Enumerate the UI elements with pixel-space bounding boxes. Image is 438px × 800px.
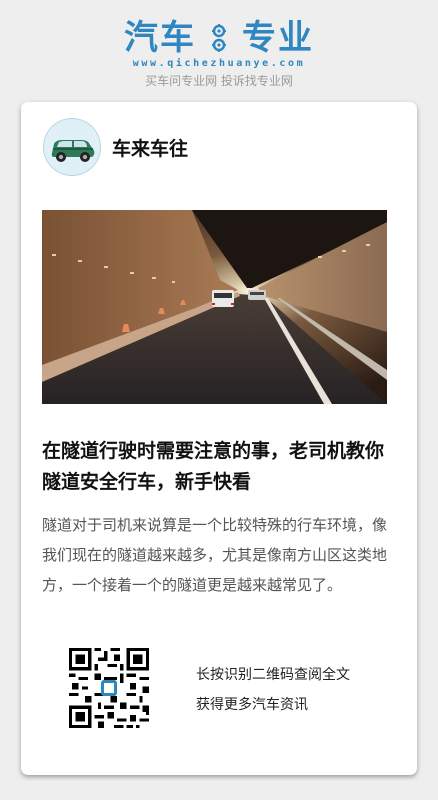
green-car-icon [51,140,95,162]
gear-icon [212,24,226,52]
article-title[interactable]: 在隧道行驶时需要注意的事，老司机教你隧道安全行车，新手快看 [42,436,398,498]
article-hero-image[interactable] [42,210,387,404]
tunnel-road-photo [42,210,387,404]
logo-text-left: 汽车 [124,18,196,58]
author-name[interactable]: 车来车往 [112,134,188,161]
site-header: 汽车 专业 www.qichezhuanye.com 买车问专业网 投诉找专业网 [0,0,438,100]
qr-caption-line1: 长按识别二维码查阅全文 [196,667,350,683]
qr-code-icon[interactable] [69,648,149,728]
site-tagline: 买车问专业网 投诉找专业网 [145,74,293,88]
site-logo[interactable]: 汽车 专业 [0,18,438,58]
author-avatar[interactable] [43,118,101,176]
site-domain[interactable]: www.qichezhuanye.com [0,58,438,69]
qr-caption-line2: 获得更多汽车资讯 [196,697,308,713]
logo-text-right: 专业 [242,18,314,58]
article-card: 车来车往 在隧道行驶时需要注意的事，老司机教你隧道安全行车，新手快看 隧道对于司… [21,102,417,775]
qr-caption: 长按识别二维码查阅全文 获得更多汽车资讯 [196,660,350,720]
article-excerpt: 隧道对于司机来说算是一个比较特殊的行车环境，像我们现在的隧道越来越多，尤其是像南… [42,516,388,594]
